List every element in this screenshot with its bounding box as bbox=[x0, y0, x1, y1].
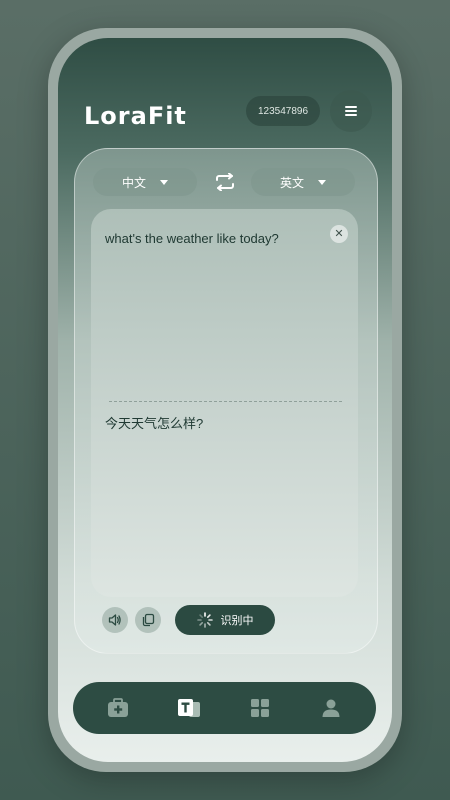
target-language-label: 英文 bbox=[279, 175, 304, 190]
clear-button[interactable]: ✕ bbox=[330, 225, 348, 243]
copy-icon bbox=[142, 613, 155, 627]
source-text[interactable]: what's the weather like today? bbox=[105, 231, 279, 246]
divider bbox=[109, 401, 342, 402]
swap-arrows-icon bbox=[216, 173, 234, 191]
translator-card: 中文 英文 what's the weather like today? ✕ 今… bbox=[74, 148, 378, 654]
menu-button[interactable] bbox=[330, 90, 372, 132]
user-profile-icon bbox=[322, 699, 340, 717]
recognizing-status-button[interactable]: 识别中 bbox=[175, 605, 275, 635]
hamburger-icon bbox=[345, 106, 357, 116]
speaker-button[interactable] bbox=[102, 607, 128, 633]
text-translate-icon bbox=[178, 699, 201, 717]
nav-item-translate[interactable] bbox=[169, 688, 209, 728]
user-id-badge[interactable]: 123547896 bbox=[246, 96, 320, 126]
chevron-down-icon bbox=[160, 179, 168, 185]
nav-item-health[interactable] bbox=[98, 688, 138, 728]
recognizing-label: 识别中 bbox=[220, 615, 254, 627]
target-language-select[interactable]: 英文 bbox=[251, 168, 355, 196]
source-language-select[interactable]: 中文 bbox=[93, 168, 197, 196]
phone-screen: LoraFit 123547896 中文 英文 what's the weath… bbox=[58, 38, 392, 762]
speaker-icon bbox=[108, 614, 121, 626]
bottom-nav bbox=[73, 682, 376, 734]
translation-result: 今天天气怎么样? bbox=[105, 416, 204, 431]
nav-item-apps[interactable] bbox=[240, 688, 280, 728]
grid-apps-icon bbox=[250, 699, 269, 717]
phone-frame: LoraFit 123547896 中文 英文 what's the weath… bbox=[48, 28, 402, 772]
translation-panel: what's the weather like today? ✕ 今天天气怎么样… bbox=[91, 209, 358, 597]
swap-languages-button[interactable] bbox=[213, 170, 237, 194]
loading-spinner-icon bbox=[196, 612, 213, 628]
chevron-down-icon bbox=[318, 179, 326, 185]
nav-item-profile[interactable] bbox=[311, 688, 351, 728]
copy-button[interactable] bbox=[135, 607, 161, 633]
close-icon: ✕ bbox=[334, 227, 344, 240]
medical-kit-icon bbox=[108, 698, 129, 717]
app-logo: LoraFit bbox=[84, 102, 187, 130]
source-language-label: 中文 bbox=[121, 175, 146, 190]
